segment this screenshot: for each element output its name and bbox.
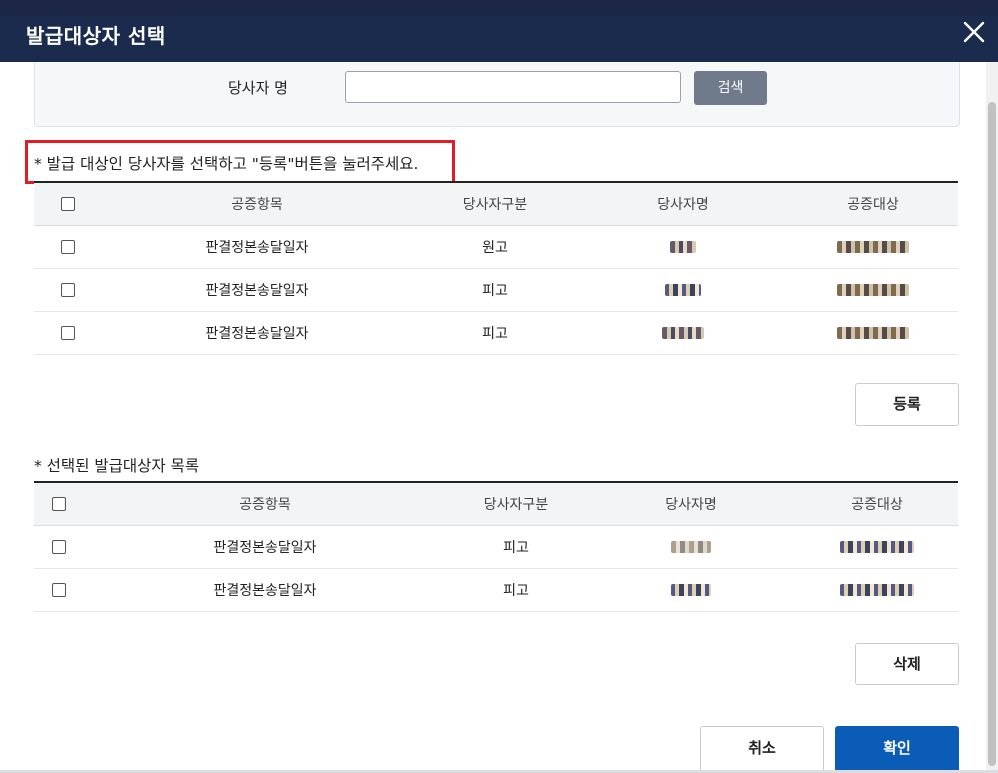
table-row[interactable]: 판결정본송달일자 피고	[34, 311, 958, 355]
redacted-target	[837, 327, 909, 339]
close-button[interactable]	[958, 16, 990, 48]
table-header-row: 공증항목 당사자구분 당사자명 공증대상	[34, 481, 958, 526]
highlight-box	[25, 140, 455, 184]
target-cell	[796, 525, 958, 569]
select-all-checkbox[interactable]	[61, 197, 75, 211]
party-type-cell: 피고	[446, 525, 586, 569]
modal-header: 발급대상자 선택	[0, 16, 998, 62]
redacted-name	[670, 241, 696, 253]
item-cell: 판결정본송달일자	[102, 311, 412, 355]
party-table: 공증항목 당사자구분 당사자명 공증대상 판결정본송달일자 원고 판결정본송달일…	[34, 181, 958, 355]
redacted-target	[840, 584, 914, 596]
column-header: 당사자구분	[412, 181, 578, 226]
target-cell	[796, 568, 958, 612]
scrollbar-thumb[interactable]	[988, 102, 996, 766]
table-row[interactable]: 판결정본송달일자 피고	[34, 268, 958, 312]
delete-button[interactable]: 삭제	[855, 643, 959, 685]
redacted-name	[671, 541, 711, 553]
select-all-cell	[34, 181, 102, 226]
redacted-target	[840, 541, 914, 553]
party-name-cell	[578, 268, 788, 312]
column-header: 공증대상	[788, 181, 958, 226]
issue-target-modal: 발급대상자 선택 당사자 명 검색 * 발급 대상인 당사자를 선택하고 "등록…	[0, 16, 998, 770]
target-cell	[788, 268, 958, 312]
table-header-row: 공증항목 당사자구분 당사자명 공증대상	[34, 181, 958, 226]
party-type-cell: 피고	[412, 311, 578, 355]
column-header: 공증대상	[796, 481, 958, 526]
search-panel: 당사자 명 검색	[34, 62, 960, 127]
modal-title: 발급대상자 선택	[26, 24, 166, 48]
select-all-checkbox[interactable]	[52, 497, 66, 511]
target-cell	[788, 225, 958, 269]
party-type-cell: 원고	[412, 225, 578, 269]
close-icon	[963, 21, 985, 43]
row-checkbox[interactable]	[52, 583, 66, 597]
column-header: 당사자구분	[446, 481, 586, 526]
row-checkbox[interactable]	[61, 326, 75, 340]
table-row[interactable]: 판결정본송달일자 원고	[34, 225, 958, 269]
row-checkbox[interactable]	[61, 240, 75, 254]
target-cell	[788, 311, 958, 355]
party-type-cell: 피고	[412, 268, 578, 312]
redacted-name	[671, 584, 711, 596]
row-checkbox[interactable]	[52, 540, 66, 554]
column-header: 당사자명	[586, 481, 796, 526]
party-name-cell	[578, 225, 788, 269]
register-button[interactable]: 등록	[855, 383, 959, 426]
party-name-input[interactable]	[345, 71, 681, 103]
item-cell: 판결정본송달일자	[102, 268, 412, 312]
table-row[interactable]: 판결정본송달일자 피고	[34, 568, 958, 612]
column-header: 당사자명	[578, 181, 788, 226]
redacted-target	[837, 284, 909, 296]
cancel-button[interactable]: 취소	[700, 726, 824, 770]
table-row[interactable]: 판결정본송달일자 피고	[34, 525, 958, 569]
item-cell: 판결정본송달일자	[84, 568, 446, 612]
row-checkbox[interactable]	[61, 283, 75, 297]
confirm-button[interactable]: 확인	[835, 726, 959, 770]
item-cell: 판결정본송달일자	[102, 225, 412, 269]
party-name-cell	[586, 568, 796, 612]
party-name-cell	[586, 525, 796, 569]
party-name-label: 당사자 명	[228, 79, 288, 97]
select-all-cell	[34, 481, 84, 526]
background-strip	[0, 0, 998, 16]
item-cell: 판결정본송달일자	[84, 525, 446, 569]
selected-list-title: * 선택된 발급대상자 목록	[34, 457, 200, 475]
party-name-cell	[578, 311, 788, 355]
selected-table: 공증항목 당사자구분 당사자명 공증대상 판결정본송달일자 피고 판결정본송달일…	[34, 481, 958, 612]
column-header: 공증항목	[84, 481, 446, 526]
redacted-target	[837, 241, 909, 253]
redacted-name	[665, 284, 701, 296]
search-button[interactable]: 검색	[694, 71, 767, 105]
redacted-name	[662, 327, 704, 339]
column-header: 공증항목	[102, 181, 412, 226]
party-type-cell: 피고	[446, 568, 586, 612]
